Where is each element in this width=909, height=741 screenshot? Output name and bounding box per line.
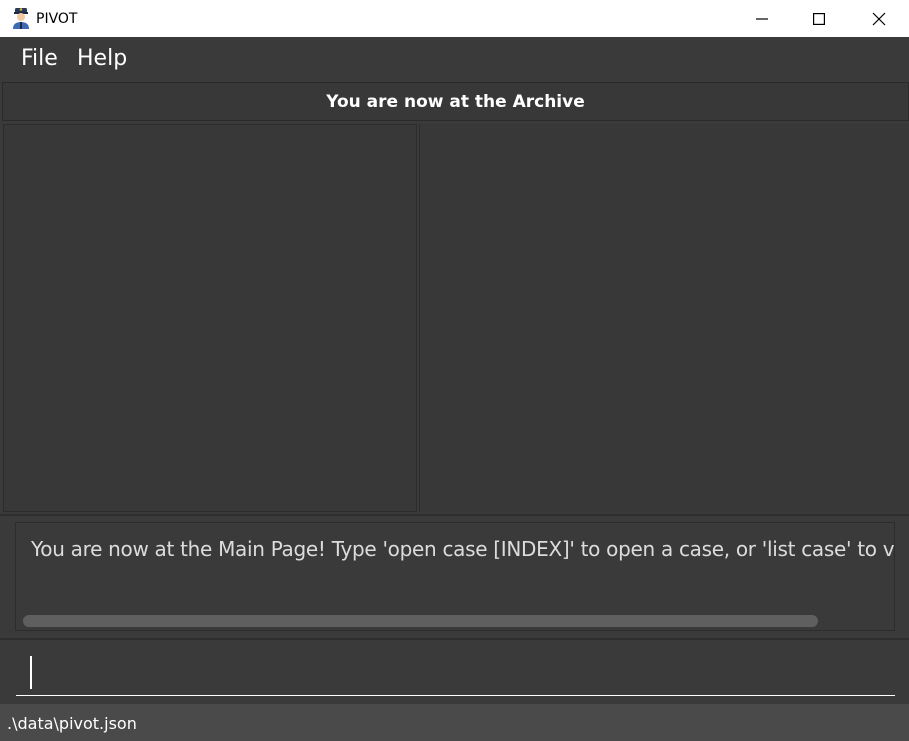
window-title: PIVOT — [36, 11, 78, 27]
close-button[interactable] — [850, 0, 908, 37]
page-header: You are now at the Archive — [2, 82, 909, 121]
minimize-icon — [756, 17, 768, 20]
horizontal-scrollbar[interactable] — [23, 615, 889, 627]
menu-file[interactable]: File — [21, 46, 58, 71]
menu-help[interactable]: Help — [77, 46, 127, 71]
save-file-path: .\data\pivot.json — [7, 714, 137, 733]
result-display[interactable]: You are now at the Main Page! Type 'open… — [15, 522, 895, 631]
title-bar[interactable]: PIVOT — [0, 0, 909, 37]
divider — [0, 514, 909, 516]
app-window: PIVOT File Help You are now at the Archi… — [0, 0, 909, 741]
maximize-icon — [813, 12, 825, 25]
result-message: You are now at the Main Page! Type 'open… — [31, 537, 895, 561]
maximize-button[interactable] — [790, 0, 848, 37]
case-detail-panel[interactable] — [419, 124, 909, 512]
scrollbar-thumb[interactable] — [23, 615, 818, 627]
close-icon — [872, 12, 886, 25]
status-bar: .\data\pivot.json — [0, 704, 909, 741]
command-box — [0, 640, 909, 704]
case-list-panel[interactable] — [3, 124, 417, 512]
command-input[interactable] — [16, 650, 895, 696]
menu-bar: File Help — [0, 37, 909, 81]
minimize-button[interactable] — [733, 0, 791, 37]
text-caret — [30, 656, 32, 689]
police-officer-icon — [10, 7, 32, 29]
